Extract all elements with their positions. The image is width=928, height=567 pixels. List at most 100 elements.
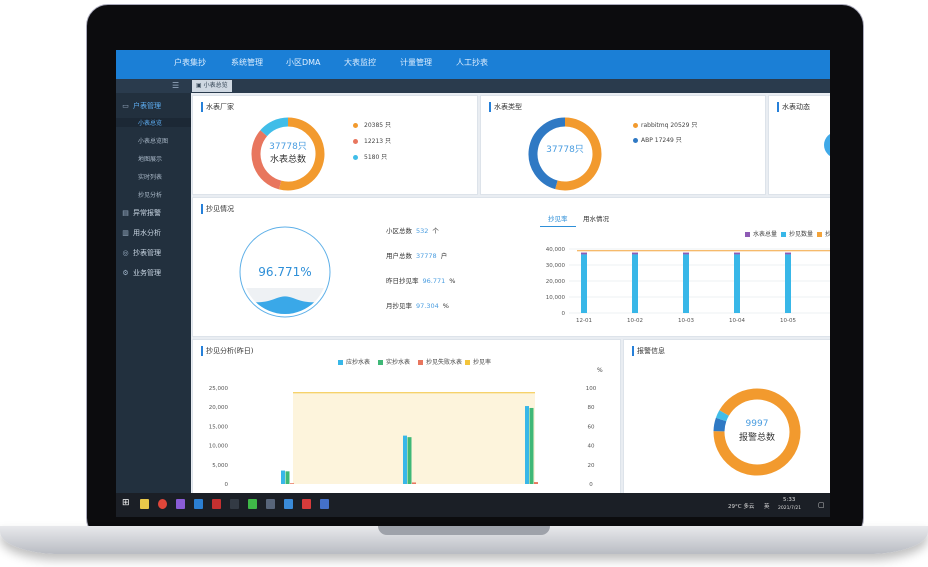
y-tick-label: 15,000: [209, 424, 229, 430]
panel-reading: 抄见情况 96.771% 小区总数 532 个 用户总数 37778 户 昨日抄见率 96…: [193, 198, 830, 336]
legend-dot: [353, 139, 358, 144]
app-icon[interactable]: [212, 499, 221, 509]
chart-icon: ▥: [122, 229, 129, 237]
rate-area: [293, 392, 535, 484]
visual-studio-icon[interactable]: [176, 499, 185, 509]
donut-label: 报警总数: [739, 431, 775, 443]
bar-total: [683, 252, 689, 255]
bar-read: [785, 254, 791, 313]
sidebar-group-reading[interactable]: ◎ 抄表管理: [121, 248, 161, 258]
vscode-icon[interactable]: [194, 499, 203, 509]
clock-date[interactable]: 2021/7/21: [778, 506, 801, 511]
laptop-notch: [378, 526, 550, 535]
bar: [407, 437, 412, 484]
weather[interactable]: 29°C 多云: [728, 502, 754, 510]
tab-bar: ☰ ▣ 小表总览: [116, 79, 830, 93]
sidebar-group-alarm[interactable]: ▤ 异常报警: [121, 208, 161, 218]
x-tick-label: 10-04: [729, 318, 745, 324]
terminal-icon[interactable]: [230, 499, 239, 509]
tab-overview[interactable]: ▣ 小表总览: [192, 80, 232, 92]
y-tick-label: 40,000: [546, 247, 566, 253]
dynamic-indicator: [824, 132, 830, 158]
sidebar-item-map[interactable]: 地图展示: [138, 154, 162, 163]
stat-label: 用户总数: [386, 252, 412, 260]
chrome-icon[interactable]: [158, 499, 167, 509]
analysis-bar-chart: 25,000 100 20,000 80 15,000 60 10,000 40 5,000 20…: [209, 386, 597, 488]
sidebar-item-overview[interactable]: 小表总览: [116, 118, 191, 127]
nav-item[interactable]: 系统管理: [231, 57, 263, 68]
nav-item[interactable]: 户表集抄: [174, 57, 206, 68]
wechat-icon[interactable]: [248, 499, 257, 509]
panel-analysis: 抄见分析(昨日) 应抄水表 实抄水表 抄见失败水表 抄见率 % 25,000 10…: [193, 340, 620, 493]
stat-value: 97.304: [416, 302, 439, 310]
legend-swatch: [338, 360, 343, 365]
sidebar-item-analysis[interactable]: 抄见分析: [138, 190, 162, 199]
nav-item[interactable]: 小区DMA: [286, 57, 321, 68]
manufacturer-donut: 37778只 水表总数: [251, 117, 325, 191]
notification-icon[interactable]: ▢: [818, 501, 825, 509]
bar: [290, 483, 294, 484]
reading-bar-chart: 40,000 30,000 20,000 10,000 0 12-01 10-02 10-03…: [546, 247, 830, 324]
legend-value: rabbitmq 20529 只: [641, 122, 698, 129]
bar-total: [785, 252, 791, 255]
bar-read: [683, 254, 689, 313]
legend-swatch: [378, 360, 383, 365]
bar: [403, 435, 407, 484]
meter-type-donut: 37778只: [528, 117, 602, 191]
x-tick-label: 12-01: [576, 318, 592, 324]
sidebar-group-meter[interactable]: ▭ 户表管理: [121, 101, 161, 111]
legend-swatch: [465, 360, 470, 365]
legend-dot: [633, 138, 638, 143]
stat-label: 月抄见率: [386, 302, 412, 310]
sidebar-group-label: 业务管理: [133, 269, 161, 277]
y-tick-label: 0: [225, 482, 229, 488]
stat-label: 小区总数: [386, 227, 412, 235]
y2-tick-label: 20: [588, 463, 595, 469]
legend-item: 应抄水表: [338, 357, 370, 366]
ime-indicator[interactable]: 英: [764, 502, 770, 510]
donut-slice: [713, 388, 801, 476]
stat-unit: %: [449, 277, 456, 285]
donut-total: 37778只: [269, 142, 307, 152]
sidebar: ▭ 户表管理 小表总览 小表总览图 地图展示 实时列表 抄见分析 ▤ 异常报警 ▥ 用…: [116, 93, 191, 493]
y-tick-label: 0: [562, 311, 566, 317]
legend-value: 5180 只: [364, 154, 388, 161]
start-icon[interactable]: ⊞: [122, 498, 131, 508]
stat-unit: 户: [440, 252, 448, 260]
y-tick-label: 25,000: [209, 386, 229, 392]
donut-total: 9997: [746, 419, 769, 429]
sidebar-item-overview-chart[interactable]: 小表总览图: [138, 136, 168, 145]
donut-slice: [260, 117, 289, 137]
nav-item[interactable]: 人工抄表: [456, 57, 488, 68]
app-icon[interactable]: [284, 499, 293, 509]
nav-item[interactable]: 计量管理: [400, 57, 432, 68]
nav-item[interactable]: 大表监控: [344, 57, 376, 68]
app-icon[interactable]: [266, 499, 275, 509]
sidebar-group-usage[interactable]: ▥ 用水分析: [121, 228, 161, 238]
bar: [285, 471, 290, 484]
tab-reading-rate[interactable]: 抄见率: [540, 213, 576, 227]
top-navigation: 户表集抄 系统管理 小区DMA 大表监控 计量管理 人工抄表: [116, 50, 830, 79]
sidebar-group-business[interactable]: ⚙ 业务管理: [121, 268, 161, 278]
bar-total: [632, 252, 638, 255]
legend-value: 20385 只: [364, 122, 391, 129]
tab-water-usage[interactable]: 用水情况: [583, 213, 609, 223]
stat-yesterday-rate: 昨日抄见率 96.771%: [386, 275, 455, 285]
app-icon[interactable]: [320, 499, 329, 509]
wps-icon[interactable]: [302, 499, 311, 509]
legend-item: 抄见失败水表: [418, 357, 462, 366]
explorer-icon[interactable]: [140, 499, 149, 509]
bar-read: [632, 254, 638, 313]
sidebar-item-realtime[interactable]: 实时列表: [138, 172, 162, 181]
panel-manufacturer: 水表厂家 37778只 水表总数 20385 只 12213 只 5180 只: [193, 96, 477, 194]
bar: [412, 482, 416, 484]
menu-toggle-icon[interactable]: ☰: [172, 81, 179, 90]
legend-dot: [353, 155, 358, 160]
y-tick-label: 10,000: [546, 295, 566, 301]
y-tick-label: 20,000: [546, 279, 566, 285]
sidebar-group-label: 抄表管理: [133, 249, 161, 257]
y2-tick-label: 0: [589, 482, 593, 488]
bar: [525, 406, 529, 484]
clock-time[interactable]: 5:33: [783, 497, 795, 503]
screen: 户表集抄 系统管理 小区DMA 大表监控 计量管理 人工抄表 ☰ ▣ 小表总览 …: [116, 50, 830, 517]
